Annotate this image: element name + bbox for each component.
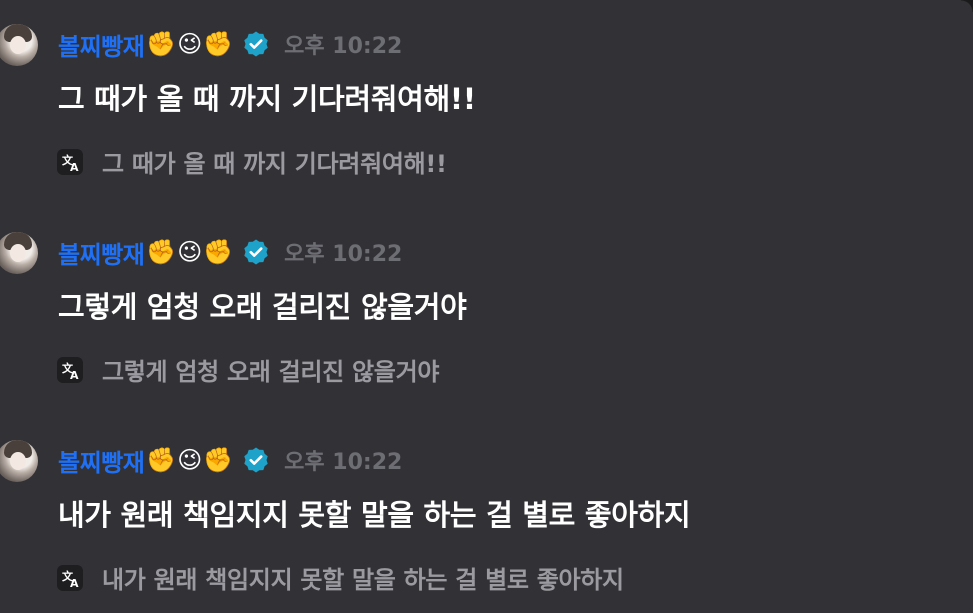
fist-emoji-icon: ✊ bbox=[146, 446, 177, 474]
translated-text: 그렇게 엄청 오래 걸리진 않을거야 bbox=[102, 358, 440, 386]
message-timestamp: 오후 10:22 bbox=[284, 242, 403, 267]
svg-text:A: A bbox=[70, 161, 79, 174]
avatar[interactable] bbox=[0, 24, 38, 66]
author-name[interactable]: 볼찌빵재 bbox=[58, 235, 145, 270]
avatar[interactable] bbox=[0, 440, 38, 482]
window-corner bbox=[961, 0, 973, 12]
author-name[interactable]: 볼찌빵재 bbox=[58, 443, 145, 478]
chat-message: 볼찌빵재 ✊ 😉 ✊ 오후 10:22 내가 원래 책임지지 못할 말을 하는 … bbox=[0, 440, 973, 613]
author-name[interactable]: 볼찌빵재 bbox=[58, 27, 145, 62]
avatar[interactable] bbox=[0, 232, 38, 274]
fist-emoji-icon: ✊ bbox=[203, 238, 234, 266]
verified-badge-icon bbox=[244, 31, 268, 57]
fist-emoji-icon: ✊ bbox=[146, 238, 177, 266]
author-emojis: ✊ 😉 ✊ bbox=[146, 240, 234, 264]
message-header: 볼찌빵재 ✊ 😉 ✊ 오후 10:22 bbox=[58, 24, 402, 64]
message-text: 내가 원래 책임지지 못할 말을 하는 걸 별로 좋아하지 bbox=[58, 498, 691, 532]
fist-emoji-icon: ✊ bbox=[146, 30, 177, 58]
fist-emoji-icon: ✊ bbox=[203, 446, 234, 474]
wink-emoji-icon: 😉 bbox=[177, 446, 203, 474]
translate-icon[interactable]: 文 A bbox=[56, 148, 84, 176]
message-text: 그 때가 올 때 까지 기다려줘여해!! bbox=[58, 82, 476, 116]
verified-badge-icon bbox=[244, 239, 268, 265]
verified-badge-icon bbox=[244, 447, 268, 473]
author-emojis: ✊ 😉 ✊ bbox=[146, 32, 234, 56]
translate-icon[interactable]: 文 A bbox=[56, 564, 84, 592]
chat-message: 볼찌빵재 ✊ 😉 ✊ 오후 10:22 그렇게 엄청 오래 걸리진 않을거야 文… bbox=[0, 232, 973, 412]
svg-text:A: A bbox=[70, 577, 79, 590]
message-timestamp: 오후 10:22 bbox=[284, 450, 403, 475]
chat-message: 볼찌빵재 ✊ 😉 ✊ 오후 10:22 그 때가 올 때 까지 기다려줘여해!!… bbox=[0, 24, 973, 204]
author-emojis: ✊ 😉 ✊ bbox=[146, 448, 234, 472]
translation-row: 文 A 내가 원래 책임지지 못할 말을 하는 걸 별로 좋아하지 bbox=[56, 560, 624, 595]
message-text: 그렇게 엄청 오래 걸리진 않을거야 bbox=[58, 290, 467, 324]
svg-text:A: A bbox=[70, 369, 79, 382]
message-header: 볼찌빵재 ✊ 😉 ✊ 오후 10:22 bbox=[58, 440, 402, 480]
wink-emoji-icon: 😉 bbox=[177, 238, 203, 266]
message-header: 볼찌빵재 ✊ 😉 ✊ 오후 10:22 bbox=[58, 232, 402, 272]
message-timestamp: 오후 10:22 bbox=[284, 34, 403, 59]
translated-text: 그 때가 올 때 까지 기다려줘여해!! bbox=[102, 150, 447, 178]
translated-text: 내가 원래 책임지지 못할 말을 하는 걸 별로 좋아하지 bbox=[102, 566, 624, 594]
translate-icon[interactable]: 文 A bbox=[56, 356, 84, 384]
translation-row: 文 A 그렇게 엄청 오래 걸리진 않을거야 bbox=[56, 352, 439, 387]
fist-emoji-icon: ✊ bbox=[203, 30, 234, 58]
translation-row: 文 A 그 때가 올 때 까지 기다려줘여해!! bbox=[56, 144, 447, 179]
wink-emoji-icon: 😉 bbox=[177, 30, 203, 58]
